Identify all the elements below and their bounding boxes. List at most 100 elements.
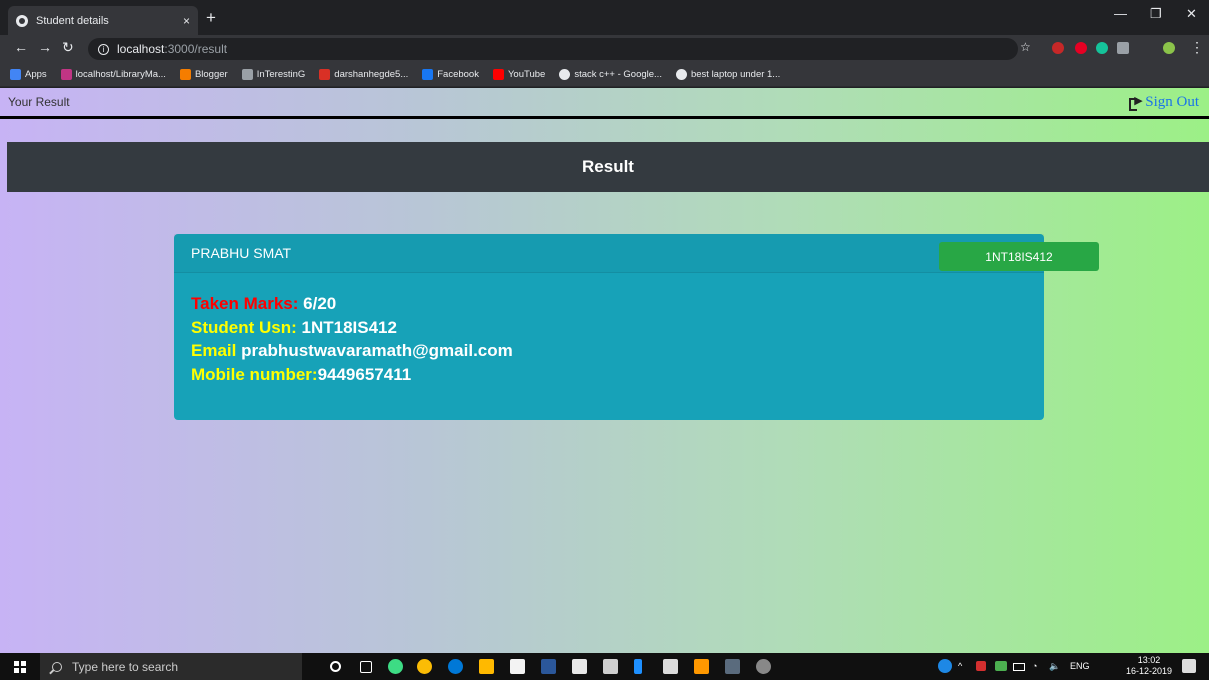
search-placeholder: Type here to search [72,659,179,674]
mobile-label: Mobile number: [191,364,318,384]
usn-value: 1NT18IS412 [301,317,397,337]
chrome-icon [16,14,28,27]
word-icon[interactable] [541,659,556,674]
navbar-brand[interactable]: Your Result [8,95,70,109]
card-header: PRABHU SMAT [174,234,1044,273]
edge-icon[interactable] [448,659,463,674]
help-icon[interactable] [938,659,952,673]
bookmark-item[interactable]: Blogger [179,68,228,80]
bookmark-icon [559,68,571,80]
usn-row: Student Usn: 1NT18IS412 [191,316,1027,340]
extension-k-icon[interactable] [1052,42,1064,54]
bookmark-icon [422,68,434,80]
maximize-icon[interactable]: ❐ [1150,6,1162,22]
info-icon[interactable]: i [98,43,109,55]
bookmark-item[interactable]: YouTube [492,68,545,80]
student-name: PRABHU SMAT [191,245,292,261]
card-body: Taken Marks: 6/20 Student Usn: 1NT18IS41… [174,273,1044,405]
sign-out-label: Sign Out [1145,93,1199,110]
bookmark-icon [675,68,687,80]
grammarly-icon[interactable] [1096,42,1108,54]
bookmark-icon [10,68,21,80]
battery-icon[interactable] [1013,663,1025,671]
chevron-up-icon[interactable]: ^ [958,661,962,671]
chrome-taskbar-icon[interactable] [417,659,432,674]
extension-icon[interactable] [1117,42,1129,54]
bookmark-item[interactable]: InTerestinG [241,68,305,80]
windows-taskbar: Type here to search ^ ◔ 🔈 ENG 13:02 16-1… [0,653,1209,680]
paint-icon[interactable] [756,659,771,674]
task-view-icon[interactable] [360,661,372,673]
clock-time: 13:02 [1137,655,1161,665]
forward-icon[interactable]: → [38,39,52,55]
mobile-value: 9449657411 [317,364,412,384]
reload-icon[interactable]: ↻ [62,39,74,56]
result-header: Result [7,142,1209,192]
taskbar-search-box[interactable]: Type here to search [40,653,302,680]
store-icon[interactable] [510,659,525,674]
student-card: PRABHU SMAT Taken Marks: 6/20 Student Us… [174,234,1044,420]
bookmark-icon [319,68,331,80]
tray-app-icon[interactable] [995,661,1007,671]
search-icon [52,661,62,672]
top-navbar: Your Result Sign Out [0,88,1209,119]
sign-out-link[interactable]: Sign Out [1129,94,1199,111]
tab-title: Student details [36,14,109,27]
marks-value: 6/20 [303,294,337,313]
usn-label: Student Usn: [191,317,297,337]
url-host: localhost [117,42,165,56]
volume-icon[interactable]: 🔈 [1049,661,1060,672]
sign-out-icon [1129,94,1143,111]
bookmark-item[interactable]: localhost/LibraryMa... [60,68,166,80]
tray-app-icon[interactable] [976,661,986,671]
minimize-icon[interactable]: — [1114,6,1127,21]
email-row: Email prabhustwavaramath@gmail.com [191,339,1027,363]
usn-badge: 1NT18IS412 [939,242,1099,271]
page-title: Result [582,157,634,176]
profile-avatar[interactable] [1163,42,1175,54]
bookmark-icon [241,68,253,80]
bookmark-item[interactable]: darshanhegde5... [319,68,408,80]
bookmark-item[interactable]: stack c++ - Google... [559,68,662,80]
close-window-icon[interactable]: ✕ [1186,6,1197,22]
star-icon[interactable]: ☆ [1020,40,1031,54]
terminal-icon[interactable] [663,659,678,674]
browser-tab-strip: Student details × + — ❐ ✕ [0,0,1209,35]
marks-row: Taken Marks: 6/20 [191,292,1027,316]
browser-tab[interactable]: Student details × [8,6,198,35]
pinterest-icon[interactable] [1075,42,1087,54]
tab-close-button[interactable]: × [183,14,190,28]
address-bar[interactable]: i localhost :3000/result [88,38,1018,60]
email-label: Email [191,341,237,360]
language-indicator[interactable]: ENG [1070,661,1090,671]
mobile-row: Mobile number:9449657411 [191,363,1027,387]
url-path: :3000/result [164,42,228,56]
wifi-icon[interactable]: ◔ [1032,661,1037,671]
clock-date: 16-12-2019 [1126,666,1173,676]
bookmark-icon [60,68,72,80]
taskbar-clock[interactable]: 13:02 16-12-2019 [1126,655,1172,677]
bookmark-item[interactable]: Facebook [422,68,479,80]
bookmark-item[interactable]: best laptop under 1... [675,68,780,80]
new-tab-button[interactable]: + [206,8,216,28]
app-window-icon[interactable] [725,659,740,674]
file-explorer-icon[interactable] [479,659,494,674]
android-studio-icon[interactable] [388,659,403,674]
notification-icon[interactable] [1182,659,1196,673]
sublime-icon[interactable] [694,659,709,674]
windows-start-icon[interactable] [14,661,26,673]
marks-label: Taken Marks: [191,294,299,313]
mail-icon[interactable] [572,659,587,674]
dropbox-icon[interactable] [603,659,618,674]
bookmark-item[interactable]: Apps [10,68,47,80]
email-value: prabhustwavaramath@gmail.com [241,341,513,360]
back-icon[interactable]: ← [14,39,28,55]
menu-kebab-icon[interactable]: ⋮ [1190,39,1204,56]
cortana-icon[interactable] [330,661,341,672]
bookmarks-bar: Apps localhost/LibraryMa... Blogger InTe… [0,62,1209,87]
vscode-icon[interactable] [634,659,642,674]
bookmark-icon [179,68,191,80]
page-content: Your Result Sign Out Result PRABHU SMAT … [0,88,1209,653]
bookmark-icon [492,68,504,80]
browser-toolbar: ← → ↻ i localhost :3000/result ☆ ⋮ [0,35,1209,62]
